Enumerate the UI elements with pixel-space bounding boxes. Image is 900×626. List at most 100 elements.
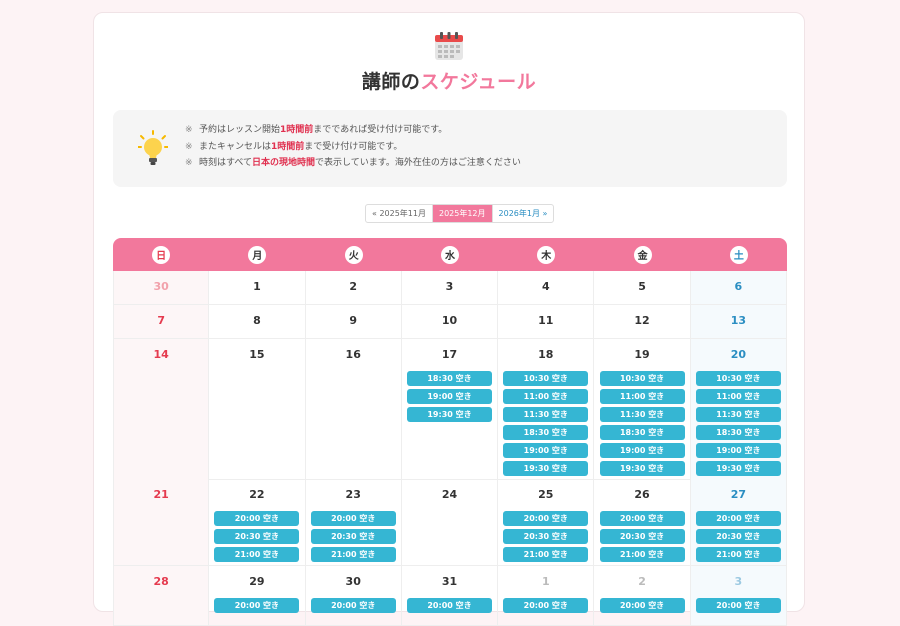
calendar-day: 18 10:30 空き 11:00 空き 11:30 空き 18:30 空き 19:00 … xyxy=(498,339,595,480)
weekday-label: 月 xyxy=(248,245,267,264)
day-number: 29 xyxy=(249,575,265,588)
calendar-day: 30 xyxy=(113,271,210,305)
available-slot-button[interactable]: 19:30 空き xyxy=(406,407,492,422)
day-number: 14 xyxy=(153,348,169,361)
available-slot-button[interactable]: 18:30 空き xyxy=(406,371,492,386)
available-slot-button[interactable]: 21:00 空き xyxy=(214,547,300,562)
calendar-day: 23 20:00 空き 20:30 空き 21:00 空き xyxy=(305,479,402,566)
day-number: 1 xyxy=(253,280,261,293)
available-slot-button[interactable]: 20:30 空き xyxy=(214,529,300,544)
available-slot-button[interactable]: 20:00 空き xyxy=(406,598,492,613)
calendar-day: 3 xyxy=(401,271,499,305)
calendar-icon xyxy=(435,32,463,60)
available-slot-button[interactable]: 11:00 空き xyxy=(599,389,685,404)
available-slot-button[interactable]: 20:00 空き xyxy=(310,511,396,526)
available-slot-button[interactable]: 19:00 空き xyxy=(599,443,685,458)
available-slot-button[interactable]: 20:00 空き xyxy=(695,511,781,526)
available-slot-button[interactable]: 20:00 空き xyxy=(503,598,589,613)
calendar-day: 30 20:00 空き xyxy=(305,566,402,626)
day-number: 20 xyxy=(730,348,746,361)
calendar-day: 15 xyxy=(209,339,306,480)
available-slot-button[interactable]: 20:30 空き xyxy=(503,529,589,544)
available-slot-button[interactable]: 11:00 空き xyxy=(695,389,781,404)
notice-item-before: 時刻はすべて xyxy=(199,158,253,168)
calendar-week: 30 1 2 3 4 5 6 xyxy=(113,271,787,305)
available-slot-button[interactable]: 20:00 空き xyxy=(599,511,685,526)
day-number: 22 xyxy=(249,488,265,501)
notice-item-after: までであれば受け付け可能です。 xyxy=(313,125,448,135)
calendar-day: 6 xyxy=(690,271,787,305)
available-slot-button[interactable]: 11:30 空き xyxy=(695,407,781,422)
available-slot-button[interactable]: 10:30 空き xyxy=(695,371,781,386)
available-slot-button[interactable]: 20:30 空き xyxy=(695,529,781,544)
available-slot-button[interactable]: 19:00 空き xyxy=(503,443,589,458)
calendar-week: 7 8 9 10 11 12 13 xyxy=(113,305,787,339)
notice-item: ※ 予約はレッスン開始1時間前までであれば受け付け可能です。 xyxy=(185,122,521,139)
day-number: 11 xyxy=(538,314,554,327)
weekday-label: 木 xyxy=(537,245,556,264)
day-number: 30 xyxy=(345,575,361,588)
calendar-day: 31 20:00 空き xyxy=(401,566,499,626)
available-slot-button[interactable]: 20:30 空き xyxy=(599,529,685,544)
available-slot-button[interactable]: 10:30 空き xyxy=(503,371,589,386)
available-slot-button[interactable]: 19:30 空き xyxy=(695,461,781,476)
calendar-day: 22 20:00 空き 20:30 空き 21:00 空き xyxy=(209,479,306,566)
calendar-grid: 日月火水木金土 30 1 2 3 4 5 6 7 8 9 10 11 12 13 14 15 16 17 18:30… xyxy=(113,238,787,626)
day-number: 1 xyxy=(541,575,550,588)
available-slot-button[interactable]: 18:30 空き xyxy=(503,425,589,440)
day-number: 7 xyxy=(157,314,165,327)
lightbulb-icon xyxy=(138,130,168,165)
available-slot-button[interactable]: 20:00 空き xyxy=(214,598,300,613)
available-slot-button[interactable]: 18:30 空き xyxy=(695,425,781,440)
calendar-day: 29 20:00 空き xyxy=(209,566,306,626)
notice-item-before: 予約はレッスン開始 xyxy=(199,125,281,135)
weekday-cell: 木 xyxy=(498,238,594,271)
available-slot-button[interactable]: 18:30 空き xyxy=(599,425,685,440)
notice-item-bold: 日本の現地時間 xyxy=(252,158,316,168)
notice-list: ※ 予約はレッスン開始1時間前までであれば受け付け可能です。 ※ またキャンセルは1時… xyxy=(185,122,521,172)
weekday-cell: 土 xyxy=(691,238,787,271)
calendar-day: 5 xyxy=(594,271,691,305)
available-slot-button[interactable]: 20:00 空き xyxy=(310,598,396,613)
calendar-day: 16 xyxy=(305,339,402,480)
weekday-cell: 日 xyxy=(113,238,209,271)
current-month-label: 2025年12月 xyxy=(432,205,492,222)
weekday-cell: 金 xyxy=(594,238,690,271)
available-slot-button[interactable]: 21:00 空き xyxy=(695,547,781,562)
day-number: 9 xyxy=(349,314,358,327)
calendar-day: 1 20:00 空き xyxy=(498,566,595,626)
day-number: 6 xyxy=(734,280,743,293)
calendar-day: 11 xyxy=(498,305,595,339)
available-slot-button[interactable]: 20:00 空き xyxy=(214,511,300,526)
calendar-day: 1 xyxy=(209,271,306,305)
notice-item-bold: 1時間前 xyxy=(280,125,314,135)
day-number: 5 xyxy=(638,280,646,293)
calendar-day: 4 xyxy=(498,271,595,305)
available-slot-button[interactable]: 20:00 空き xyxy=(695,598,781,613)
next-month-link[interactable]: 2026年1月 » xyxy=(491,205,554,222)
available-slot-button[interactable]: 11:30 空き xyxy=(599,407,685,422)
available-slot-button[interactable]: 19:30 空き xyxy=(503,461,589,476)
weekday-cell: 水 xyxy=(402,238,498,271)
available-slot-button[interactable]: 19:00 空き xyxy=(406,389,492,404)
notice-item-mark: ※ xyxy=(185,125,193,135)
available-slot-button[interactable]: 19:00 空き xyxy=(695,443,781,458)
available-slot-button[interactable]: 20:00 空き xyxy=(503,511,589,526)
available-slot-button[interactable]: 11:30 空き xyxy=(503,407,589,422)
day-number: 12 xyxy=(634,314,650,327)
prev-month-link[interactable]: « 2025年11月 xyxy=(366,205,433,222)
available-slot-button[interactable]: 11:00 空き xyxy=(503,389,589,404)
notice-item-mark: ※ xyxy=(185,158,193,168)
available-slot-button[interactable]: 20:00 空き xyxy=(599,598,685,613)
available-slot-button[interactable]: 21:00 空き xyxy=(599,547,685,562)
calendar-day: 9 xyxy=(305,305,402,339)
available-slot-button[interactable]: 21:00 空き xyxy=(310,547,396,562)
day-number: 18 xyxy=(538,348,554,361)
available-slot-button[interactable]: 10:30 空き xyxy=(599,371,685,386)
available-slot-button[interactable]: 21:00 空き xyxy=(503,547,589,562)
schedule-card: 講師のスケジュール ※ 予約はレッスン開始1時間前までであれば受け付け可能です。 ※… xyxy=(93,12,805,626)
calendar-week: 14 15 16 17 18:30 空き 19:00 空き 19:30 空き 18 10:30 … xyxy=(113,339,787,480)
weekday-label: 日 xyxy=(152,245,171,264)
available-slot-button[interactable]: 20:30 空き xyxy=(310,529,396,544)
available-slot-button[interactable]: 19:30 空き xyxy=(599,461,685,476)
